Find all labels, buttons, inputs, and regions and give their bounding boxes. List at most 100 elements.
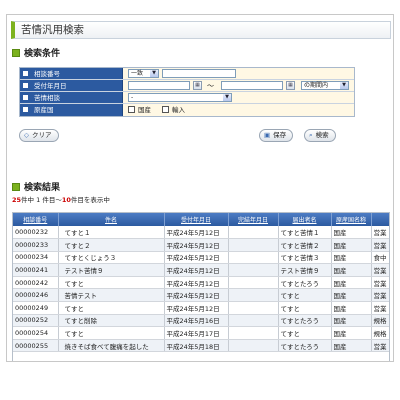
table-row[interactable]: 00000246 苦情テスト 平成24年5月12日 てすと 国産 営業 — [13, 288, 389, 303]
results-table-container: 相談番号件名受付年月日完結年月日届出者名原産国名称苦情 00000232てすと１… — [12, 212, 390, 361]
search-icon: ⌕ — [309, 131, 313, 139]
table-cell: 00000254 — [13, 326, 59, 340]
consult-number-match-value: 一致 — [131, 70, 144, 77]
table-cell — [228, 263, 279, 277]
table-cell: 平成24年5月17日 — [164, 326, 229, 340]
import-checkbox[interactable] — [162, 106, 169, 113]
domestic-checkbox[interactable] — [128, 106, 135, 113]
table-row[interactable]: 00000232 てすと１ 平成24年5月12日 てすと苦情１ 国産 営業 — [13, 226, 389, 240]
table-cell: てすとたろう — [278, 276, 332, 290]
table-cell: てすと — [58, 276, 165, 290]
table-cell: てすとたろう — [278, 339, 332, 353]
table-cell: てすとたろう — [278, 314, 332, 328]
table-cell — [228, 226, 279, 240]
table-row[interactable]: 00000234 てすとくじょう３ 平成24年5月12日 てすと苦情３ 国産 食中 — [13, 251, 389, 265]
column-header[interactable]: 苦情 — [371, 213, 389, 226]
table-cell: 国産 — [331, 314, 372, 328]
table-cell: てすと苦情２ — [278, 238, 332, 252]
results-table: 相談番号件名受付年月日完結年月日届出者名原産国名称苦情 00000232てすと１… — [13, 213, 389, 353]
clear-button[interactable]: ◇ クリア — [19, 129, 59, 142]
consult-number-label-text: 相談番号 — [34, 70, 60, 78]
search-conditions-heading: 検索条件 — [12, 48, 60, 60]
column-header[interactable]: 届出者名 — [278, 213, 332, 226]
table-cell — [228, 314, 279, 328]
chevron-down-icon: ▼ — [340, 82, 348, 89]
table-body: 00000232 てすと１ 平成24年5月12日 てすと苦情１ 国産 営業 00000233… — [13, 226, 389, 353]
bullet-icon — [23, 95, 28, 100]
column-header[interactable]: 件名 — [58, 213, 165, 226]
bullet-icon — [23, 71, 28, 76]
table-row[interactable]: 00000252 てすと削除 平成24年5月16日 てすとたろう 国産 規格 — [13, 314, 389, 328]
table-cell — [228, 288, 279, 303]
main-frame: 苦情汎用検索 検索条件 相談番号 一致 ▼ 受付年月日 ▦ ～ ▦ の期間内 ▼ 苦… — [6, 14, 394, 362]
table-cell: 営業 — [371, 339, 389, 353]
period-select[interactable]: の期間内 ▼ — [301, 81, 349, 90]
table-cell: 平成24年5月12日 — [164, 288, 229, 303]
table-cell: 00000255 — [13, 339, 59, 353]
table-cell: 平成24年5月12日 — [164, 263, 229, 277]
calendar-icon[interactable]: ▦ — [193, 81, 202, 90]
period-select-value: の期間内 — [304, 82, 329, 89]
table-cell: てすと — [58, 326, 165, 340]
search-conditions-title: 検索条件 — [24, 49, 61, 59]
table-cell: 食中 — [371, 251, 389, 265]
table-cell: てすと苦情３ — [278, 251, 332, 265]
table-cell: 規格 — [371, 326, 389, 340]
save-button[interactable]: ▣ 保存 — [259, 129, 294, 142]
table-cell: 00000232 — [13, 226, 59, 240]
table-cell: 平成24年5月12日 — [164, 251, 229, 265]
reception-date-to-input[interactable] — [221, 81, 283, 90]
table-row[interactable]: 00000241 テスト苦情９ 平成24年5月12日 テスト苦情９ 国産 営業 — [13, 263, 389, 277]
table-cell: てすと — [278, 301, 332, 315]
table-row[interactable]: 00000242 てすと 平成24年5月12日 てすとたろう 国産 営業 — [13, 276, 389, 290]
table-cell — [228, 339, 279, 353]
table-row[interactable]: 00000249 てすと 平成24年5月12日 てすと 国産 営業 — [13, 301, 389, 315]
consult-number-match-select[interactable]: 一致 ▼ — [128, 69, 159, 78]
table-cell: てすと — [58, 301, 165, 315]
table-row[interactable]: 00000254 てすと 平成24年5月17日 てすと 国産 規格 — [13, 326, 389, 340]
bullet-icon — [23, 107, 28, 112]
table-row[interactable]: 00000233 てすと２ 平成24年5月12日 てすと苦情２ 国産 営業 — [13, 238, 389, 252]
table-row[interactable]: 00000255 焼きそば食べて腹痛を起した 平成24年5月18日 てすとたろう 国産営… — [13, 339, 389, 353]
table-cell: 平成24年5月12日 — [164, 238, 229, 252]
table-cell: 国産 — [331, 251, 372, 265]
table-cell: 営業 — [371, 301, 389, 315]
column-header[interactable]: 相談番号 — [13, 213, 59, 226]
search-results-title: 検索結果 — [24, 183, 61, 193]
reception-date-from-input[interactable] — [128, 81, 190, 90]
reception-date-label: 受付年月日 — [20, 80, 123, 91]
consult-number-input[interactable] — [162, 69, 236, 78]
complaint-type-label-text: 苦情相談 — [34, 94, 60, 102]
table-cell: 国産 — [331, 326, 372, 340]
search-button[interactable]: ⌕ 検索 — [304, 129, 336, 142]
eraser-icon: ◇ — [24, 131, 29, 139]
search-results-heading: 検索結果 — [12, 182, 60, 194]
table-cell: 苦情テスト — [58, 288, 165, 303]
complaint-type-select-value: - — [131, 94, 134, 101]
column-header[interactable]: 完結年月日 — [228, 213, 279, 226]
table-cell: 00000246 — [13, 288, 59, 303]
origin-country-row: 原産国 国産 輸入 — [20, 104, 354, 116]
green-square-icon — [12, 183, 20, 191]
consult-number-row: 相談番号 一致 ▼ — [20, 68, 354, 80]
floppy-disk-icon: ▣ — [264, 131, 271, 139]
table-cell: 00000242 — [13, 276, 59, 290]
table-cell: 平成24年5月18日 — [164, 339, 229, 353]
table-cell — [228, 251, 279, 265]
table-cell: 国産 — [331, 226, 372, 240]
complaint-type-select[interactable]: - ▼ — [128, 93, 232, 102]
table-cell: 国産 — [331, 238, 372, 252]
table-cell — [228, 276, 279, 290]
column-header[interactable]: 受付年月日 — [164, 213, 229, 226]
table-cell: テスト苦情９ — [58, 263, 165, 277]
table-cell: 平成24年5月12日 — [164, 276, 229, 290]
calendar-icon[interactable]: ▦ — [286, 81, 295, 90]
table-cell — [228, 326, 279, 340]
table-cell: 国産 — [331, 339, 372, 353]
table-cell: 規格 — [371, 314, 389, 328]
table-cell: 営業 — [371, 226, 389, 240]
consult-number-label: 相談番号 — [20, 68, 123, 79]
column-header[interactable]: 原産国名称 — [331, 213, 372, 226]
consult-number-field: 一致 ▼ — [123, 68, 354, 79]
search-conditions-form: 相談番号 一致 ▼ 受付年月日 ▦ ～ ▦ の期間内 ▼ 苦情相談 - ▼ 原産… — [19, 67, 355, 117]
